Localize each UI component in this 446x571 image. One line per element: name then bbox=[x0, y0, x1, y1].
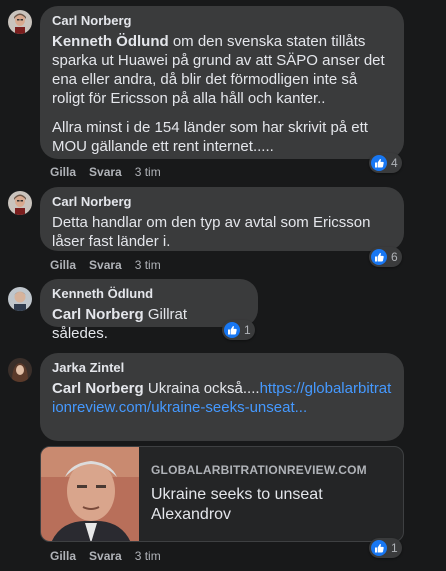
comment-actions: Gilla Svara 3 tim bbox=[50, 257, 161, 273]
profile-photo-icon bbox=[8, 10, 32, 34]
mention-link[interactable]: Carl Norberg bbox=[52, 306, 144, 323]
profile-photo-icon bbox=[8, 287, 32, 311]
like-button[interactable]: Gilla bbox=[50, 164, 76, 180]
like-button[interactable]: Gilla bbox=[50, 257, 76, 273]
timestamp[interactable]: 3 tim bbox=[135, 257, 161, 273]
reaction-count: 4 bbox=[391, 156, 398, 170]
timestamp[interactable]: 3 tim bbox=[135, 548, 161, 564]
reaction-summary[interactable]: 1 bbox=[222, 320, 255, 340]
mention-link[interactable]: Kenneth Ödlund bbox=[52, 33, 169, 50]
reply-button[interactable]: Svara bbox=[89, 164, 122, 180]
avatar-carl-norberg[interactable] bbox=[8, 10, 32, 34]
like-icon bbox=[371, 540, 387, 556]
reaction-count: 1 bbox=[244, 323, 251, 337]
avatar-jarka-zintel[interactable] bbox=[8, 358, 32, 382]
like-icon bbox=[371, 155, 387, 171]
comment-bubble: Jarka Zintel Carl Norberg Ukraina också.… bbox=[40, 353, 404, 441]
comment-actions: Gilla Svara 3 tim bbox=[50, 164, 161, 180]
comment-author[interactable]: Jarka Zintel bbox=[52, 360, 392, 376]
mention-link[interactable]: Carl Norberg bbox=[52, 380, 144, 397]
link-preview-thumbnail bbox=[41, 447, 139, 541]
link-preview-card[interactable]: GLOBALARBITRATIONREVIEW.COM Ukraine seek… bbox=[40, 446, 404, 542]
like-button[interactable]: Gilla bbox=[50, 548, 76, 564]
comment-author[interactable]: Carl Norberg bbox=[52, 13, 392, 29]
like-icon bbox=[371, 249, 387, 265]
comment-text: Kenneth Ödlund om den svenska staten til… bbox=[52, 32, 392, 156]
reaction-count: 6 bbox=[391, 250, 398, 264]
comment-text: Carl Norberg Gillrat således. bbox=[52, 305, 246, 343]
reaction-summary[interactable]: 4 bbox=[369, 153, 402, 173]
link-preview-title[interactable]: Ukraine seeks to unseat Alexandrov bbox=[151, 485, 391, 525]
comment-bubble: Kenneth Ödlund Carl Norberg Gillrat såle… bbox=[40, 279, 258, 342]
comment-text-body: Ukraina också.... bbox=[143, 380, 260, 397]
link-preview-domain: GLOBALARBITRATIONREVIEW.COM bbox=[151, 463, 367, 477]
comment-author[interactable]: Kenneth Ödlund bbox=[52, 286, 246, 302]
reaction-summary[interactable]: 1 bbox=[369, 538, 402, 558]
like-icon bbox=[224, 322, 240, 338]
reaction-summary[interactable]: 6 bbox=[369, 247, 402, 267]
comment-text: Carl Norberg Ukraina också....https://gl… bbox=[52, 379, 392, 417]
comment-paragraph: Allra minst i de 154 länder som har skri… bbox=[52, 119, 368, 155]
reply-button[interactable]: Svara bbox=[89, 548, 122, 564]
avatar-kenneth-odlund[interactable] bbox=[8, 287, 32, 311]
comment-bubble: Carl Norberg Detta handlar om den typ av… bbox=[40, 187, 404, 251]
comment-bubble: Carl Norberg Kenneth Ödlund om den svens… bbox=[40, 6, 404, 159]
comment-actions: Gilla Svara 3 tim bbox=[50, 548, 161, 564]
profile-photo-icon bbox=[8, 191, 32, 215]
reaction-count: 1 bbox=[391, 541, 398, 555]
timestamp[interactable]: 3 tim bbox=[135, 164, 161, 180]
comment-author[interactable]: Carl Norberg bbox=[52, 194, 392, 210]
profile-photo-icon bbox=[8, 358, 32, 382]
portrait-image-icon bbox=[41, 447, 139, 541]
comment-text: Detta handlar om den typ av avtal som Er… bbox=[52, 214, 371, 250]
reply-button[interactable]: Svara bbox=[89, 257, 122, 273]
avatar-carl-norberg[interactable] bbox=[8, 191, 32, 215]
